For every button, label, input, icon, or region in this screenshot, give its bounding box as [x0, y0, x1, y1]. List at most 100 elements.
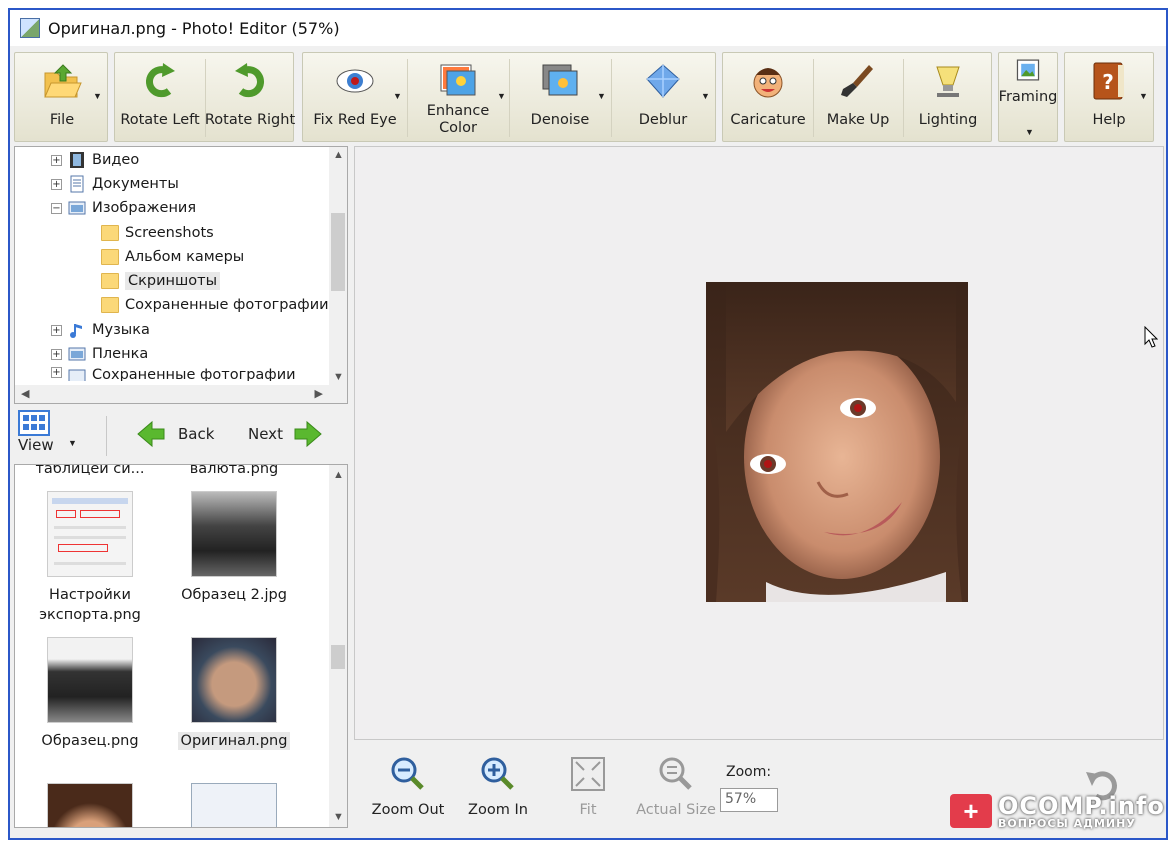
framing-label: Framing [998, 89, 1058, 105]
file-button[interactable]: File ▼ [15, 53, 109, 141]
tree-item-saved-photos[interactable]: Сохраненные фотографии [101, 294, 329, 316]
help-dropdown-icon[interactable]: ▼ [1139, 91, 1148, 101]
expand-icon[interactable]: + [51, 154, 62, 166]
denoise-dropdown-icon[interactable]: ▼ [597, 91, 606, 101]
actual-size-button[interactable]: Actual Size [626, 754, 726, 824]
expand-icon[interactable]: + [51, 178, 62, 190]
tree-item-label: Сохраненные фотографии [92, 367, 296, 381]
collapse-icon[interactable]: − [51, 202, 62, 214]
tree-item-documents[interactable]: + Документы [51, 173, 179, 195]
folder-tree[interactable]: + Видео + Документы − Изображения Screen… [14, 146, 348, 404]
enhance-group: Fix Red Eye ▼ Enhance Color ▼ Denoise ▼ … [302, 52, 716, 142]
tree-item-label: Сохраненные фотографии [125, 297, 329, 313]
expand-icon[interactable]: + [51, 348, 62, 360]
thumbnails-vertical-scrollbar[interactable]: ▲ ▼ [329, 465, 347, 827]
tree-item-pictures[interactable]: − Изображения [51, 197, 196, 219]
rotate-left-icon [146, 63, 175, 98]
tree-item-label: Screenshots [125, 225, 214, 241]
thumbnail-item[interactable]: Настройки экспорта.png [25, 491, 155, 625]
tree-item-screenshots-ru[interactable]: Скриншоты [101, 270, 221, 292]
tree-item-saved-photos-2[interactable]: + Сохраненные фотографии [51, 367, 296, 381]
watermark-main-text: OCOMP.info [998, 792, 1165, 820]
rotate-right-label: Rotate Right [204, 112, 296, 128]
view-dropdown-icon[interactable]: ▼ [68, 438, 77, 448]
scroll-down-icon[interactable]: ▼ [333, 811, 344, 823]
next-arrow-icon [294, 420, 322, 448]
framing-dropdown-icon[interactable]: ▼ [1025, 127, 1034, 137]
tree-item-label: Музыка [92, 322, 150, 338]
thumbnail-item[interactable]: валюта.png [169, 465, 299, 479]
deblur-button[interactable]: Deblur ▼ [611, 53, 715, 141]
caricature-button[interactable]: Caricature [723, 53, 813, 141]
fix-red-eye-dropdown-icon[interactable]: ▼ [393, 91, 402, 101]
tree-item-film-roll[interactable]: + Пленка [51, 343, 148, 365]
enhance-color-button[interactable]: Enhance Color ▼ [407, 53, 509, 141]
rotate-left-button[interactable]: Rotate Left [115, 53, 205, 141]
make-up-button[interactable]: Make Up [813, 53, 903, 141]
lighting-label: Lighting [918, 112, 978, 128]
scroll-down-icon[interactable]: ▼ [333, 371, 344, 383]
thumbnail-item[interactable] [169, 783, 299, 827]
enhance-color-label-1: Enhance [426, 103, 490, 119]
zoom-in-button[interactable]: Zoom In [448, 754, 548, 824]
file-label: File [49, 112, 75, 128]
file-dropdown-icon[interactable]: ▼ [93, 91, 102, 101]
tree-vertical-scrollbar[interactable]: ▲ ▼ [329, 147, 347, 385]
denoise-button[interactable]: Denoise ▼ [509, 53, 611, 141]
frame-icon [1016, 59, 1040, 81]
thumbnail-item[interactable]: Образец 2.jpg [169, 491, 299, 605]
rotate-left-label: Rotate Left [120, 112, 200, 128]
tree-item-label-selected: Скриншоты [125, 272, 221, 290]
zoom-value-field[interactable]: 57% [720, 788, 778, 812]
thumbnail-label: Образец.png [41, 733, 139, 749]
folder-icon [101, 225, 119, 241]
scrollbar-thumb[interactable] [331, 645, 345, 669]
view-button[interactable]: View [18, 410, 54, 454]
rotate-right-button[interactable]: Rotate Right [205, 53, 295, 141]
tree-item-music[interactable]: + Музыка [51, 319, 150, 341]
scroll-up-icon[interactable]: ▲ [333, 149, 344, 161]
music-icon [70, 324, 82, 338]
framing-button[interactable]: Framing ▼ [999, 53, 1057, 141]
next-label: Next [248, 425, 283, 443]
thumbnail-item-selected[interactable]: Оригинал.png [169, 637, 299, 751]
thumbnail-item[interactable]: Образец.png [25, 637, 155, 751]
scroll-up-icon[interactable]: ▲ [333, 469, 344, 481]
brush-icon [841, 65, 873, 97]
toolbar: File ▼ Rotate Left Rotate Right Fix Red … [10, 48, 1166, 146]
fix-red-eye-label: Fix Red Eye [313, 112, 397, 128]
deblur-dropdown-icon[interactable]: ▼ [701, 91, 710, 101]
scrollbar-thumb[interactable] [331, 213, 345, 291]
fit-icon [571, 757, 605, 791]
next-button[interactable]: Next [248, 420, 323, 448]
fit-button[interactable]: Fit [538, 754, 638, 824]
back-button[interactable]: Back [136, 420, 214, 448]
tree-item-label: Альбом камеры [125, 249, 245, 265]
mouse-cursor-icon [1144, 326, 1158, 348]
svg-text:?: ? [1102, 70, 1114, 94]
view-label: View [18, 436, 54, 454]
zoom-out-button[interactable]: Zoom Out [358, 754, 458, 824]
folder-open-icon [44, 64, 82, 98]
fix-red-eye-button[interactable]: Fix Red Eye ▼ [303, 53, 407, 141]
tree-item-video[interactable]: + Видео [51, 149, 139, 171]
effects-group: Caricature Make Up Lighting [722, 52, 992, 142]
enhance-color-dropdown-icon[interactable]: ▼ [497, 91, 506, 101]
denoise-icon [542, 64, 578, 96]
scroll-right-icon[interactable]: ▶ [315, 387, 323, 400]
scroll-left-icon[interactable]: ◀ [21, 387, 29, 400]
expand-icon[interactable]: + [51, 324, 62, 336]
thumbnail-item[interactable] [25, 783, 155, 827]
expand-icon[interactable]: + [51, 367, 62, 378]
thumbnail-item[interactable]: таблицей си... [25, 465, 155, 479]
tree-item-camera-roll[interactable]: Альбом камеры [101, 246, 244, 268]
tree-item-screenshots[interactable]: Screenshots [101, 222, 214, 244]
lighting-button[interactable]: Lighting [903, 53, 993, 141]
tree-horizontal-scrollbar[interactable]: ◀ ▶ [15, 385, 347, 403]
back-arrow-icon [137, 420, 165, 448]
zoom-out-label: Zoom Out [371, 802, 445, 818]
tree-item-label: Изображения [92, 200, 197, 216]
thumbnail-panel[interactable]: таблицей си... валюта.png Настройки эксп… [14, 464, 348, 828]
image-preview-area[interactable] [354, 146, 1164, 740]
help-button[interactable]: ? Help ▼ [1065, 53, 1153, 141]
